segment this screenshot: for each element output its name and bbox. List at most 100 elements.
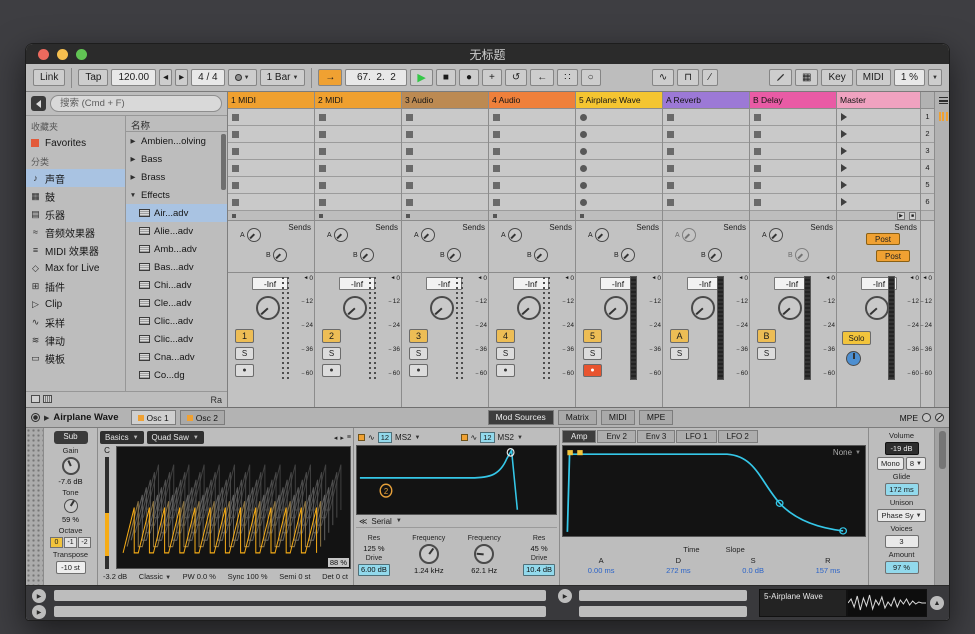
solo-button[interactable]: S — [670, 347, 689, 360]
send-b-knob[interactable]: B — [701, 248, 722, 262]
track-activator[interactable]: 3 — [409, 329, 428, 343]
sub-gain-knob[interactable] — [62, 457, 80, 475]
minimize-window-button[interactable] — [57, 49, 68, 60]
sidebar-item-clips[interactable]: ▷Clip — [26, 295, 125, 313]
close-window-button[interactable] — [38, 49, 49, 60]
stop-all-clips-row[interactable]: ▶ ■ — [837, 211, 920, 221]
clip-slot[interactable] — [315, 194, 401, 211]
browser-file[interactable]: Bas...adv — [126, 258, 227, 276]
transpose-field[interactable]: -10 st — [56, 561, 86, 574]
filter1-freq[interactable]: 1.24 kHz — [414, 566, 444, 575]
scene-number[interactable]: 6 — [921, 194, 934, 211]
stop-all-clips-icon[interactable]: ■ — [909, 212, 916, 220]
filter2-freq-knob[interactable] — [474, 544, 494, 564]
nudge-down-button[interactable]: ◂ — [159, 69, 172, 86]
tap-tempo-button[interactable]: Tap — [78, 69, 108, 86]
save-preset-icon[interactable] — [935, 413, 944, 422]
clip-slot[interactable] — [315, 160, 401, 177]
clip-slot[interactable] — [489, 126, 575, 143]
name-column-header[interactable]: 名称 — [126, 116, 227, 132]
midi-map-button[interactable]: MIDI — [856, 69, 891, 86]
solo-button[interactable]: S — [322, 347, 341, 360]
sidebar-item-favorites[interactable]: Favorites — [26, 134, 125, 152]
env-release[interactable]: R157 ms — [816, 556, 841, 575]
scene-launch-slot[interactable] — [837, 126, 920, 143]
track-view-toggle[interactable]: ▶ — [558, 589, 572, 603]
stop-all-clips-row[interactable] — [315, 211, 401, 221]
hot-swap-icon[interactable] — [43, 395, 52, 403]
volume-knob[interactable] — [256, 296, 280, 320]
tab-osc2[interactable]: Osc 2 — [180, 410, 225, 425]
clip-slot[interactable] — [489, 194, 575, 211]
track-activator[interactable]: 2 — [322, 329, 341, 343]
scene-number[interactable]: 1 — [921, 109, 934, 126]
stop-all-clips-row[interactable] — [489, 211, 575, 221]
device-activator-icon[interactable] — [31, 413, 40, 422]
mod-target-menu[interactable]: None▼ — [833, 448, 861, 457]
sub-tone-knob[interactable] — [64, 499, 78, 513]
volume-knob[interactable] — [343, 296, 367, 320]
arm-button[interactable]: ● — [496, 364, 515, 377]
quantize-grid-button[interactable]: ∷ — [557, 69, 577, 86]
osc-sync[interactable]: Sync 100 % — [228, 572, 268, 581]
device-drag-handle[interactable] — [26, 428, 44, 585]
wavetable-category-menu[interactable]: Basics▼ — [100, 431, 144, 444]
stop-all-clips-row[interactable] — [402, 211, 488, 221]
volume-knob[interactable] — [517, 296, 541, 320]
env-decay[interactable]: D272 ms — [666, 556, 691, 575]
send-a-knob[interactable]: A — [240, 228, 261, 242]
scene-launch-slot[interactable] — [837, 160, 920, 177]
clip-slot[interactable] — [228, 126, 314, 143]
sidebar-item-audio-effects[interactable]: ≈音频效果器 — [26, 223, 125, 241]
horizontal-scrollbar[interactable] — [579, 590, 747, 601]
send-a-knob[interactable]: A — [675, 228, 696, 242]
track-activator[interactable]: 1 — [235, 329, 254, 343]
tab-osc1[interactable]: Osc 1 — [131, 410, 176, 425]
browser-file[interactable]: Alie...adv — [126, 222, 227, 240]
send-a-knob[interactable]: A — [414, 228, 435, 242]
volume-knob[interactable] — [778, 296, 802, 320]
arrangement-view-icon[interactable] — [939, 97, 948, 104]
arrangement-position-display[interactable]: 67. 2. 2 — [345, 69, 407, 86]
stop-button[interactable]: ■ — [436, 69, 456, 86]
osc-semitone[interactable]: Semi 0 st — [279, 572, 310, 581]
glide-field[interactable]: 172 ms — [885, 483, 919, 496]
octave-minus2-button[interactable]: -2 — [78, 537, 91, 548]
osc-mix-value[interactable]: 88 % — [328, 558, 349, 567]
automation-square-button[interactable]: ⊓ — [677, 69, 699, 86]
track-header[interactable]: 4 Audio — [489, 92, 575, 109]
filter1-slope[interactable]: 12 — [378, 432, 392, 443]
tab-amp-env[interactable]: Amp — [562, 430, 596, 443]
sidebar-item-max-for-live[interactable]: ◇Max for Live — [26, 259, 125, 277]
clip-slot[interactable] — [489, 143, 575, 160]
tab-lfo1[interactable]: LFO 1 — [676, 430, 716, 443]
clip-slot[interactable] — [315, 177, 401, 194]
filter2-on-checkbox[interactable] — [461, 434, 468, 441]
send-b-knob[interactable]: B — [527, 248, 548, 262]
solo-button[interactable]: S — [409, 347, 428, 360]
send-b-knob[interactable]: B — [614, 248, 635, 262]
sidebar-item-plugins[interactable]: ⊞插件 — [26, 277, 125, 295]
clip-slot[interactable] — [228, 109, 314, 126]
sub-gain-value[interactable]: -7.6 dB — [58, 477, 82, 486]
sidebar-item-templates[interactable]: ▭模板 — [26, 349, 125, 367]
tab-mod-sources[interactable]: Mod Sources — [488, 410, 554, 425]
sub-button[interactable]: Sub — [54, 431, 88, 444]
session-record-button[interactable]: ○ — [581, 69, 601, 86]
clip-slot[interactable] — [576, 177, 662, 194]
mono-toggle[interactable]: Mono — [877, 457, 904, 470]
scene-launch-slot[interactable] — [837, 194, 920, 211]
tab-env2[interactable]: Env 2 — [597, 430, 635, 443]
global-volume-field[interactable]: -19 dB — [885, 442, 919, 455]
cue-solo-button[interactable]: Solo — [842, 331, 871, 345]
send-a-knob[interactable]: A — [327, 228, 348, 242]
volume-knob[interactable] — [604, 296, 628, 320]
arm-button[interactable]: ● — [235, 364, 254, 377]
envelope-display[interactable]: None▼ — [562, 445, 866, 537]
send-a-pre-post-toggle[interactable]: Post — [866, 233, 900, 245]
clip-view-toggle[interactable]: ▶ — [32, 589, 46, 603]
clip-slot[interactable] — [315, 143, 401, 160]
follow-button[interactable]: → — [318, 69, 342, 86]
osc-pulse-width[interactable]: PW 0.0 % — [183, 572, 216, 581]
filter1-type[interactable]: MS2 — [395, 433, 411, 442]
